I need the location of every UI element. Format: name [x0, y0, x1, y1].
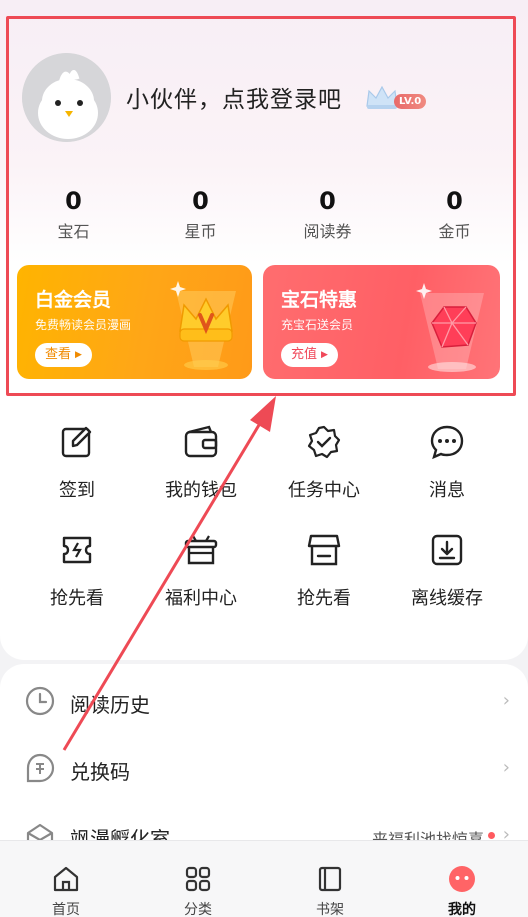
- grid-icon: [185, 866, 211, 892]
- grid-item-label: 抢先看: [297, 588, 351, 609]
- card-subtitle: 充宝石送会员: [281, 318, 354, 332]
- recharge-button[interactable]: 充值 ▶: [281, 343, 338, 367]
- tab-label: 首页: [52, 902, 80, 917]
- redeem-icon: [26, 753, 55, 783]
- grid-item-early-access-store[interactable]: 抢先看: [259, 532, 389, 610]
- grid-item-checkin[interactable]: 签到: [12, 424, 142, 502]
- tab-categories[interactable]: 分类: [132, 841, 264, 917]
- bookshelf-icon: [318, 866, 342, 892]
- chick-avatar-icon: [22, 53, 111, 142]
- stat-value: 0: [446, 187, 463, 215]
- gem-offer-card[interactable]: 宝石特惠 充宝石送会员 充值 ▶: [263, 265, 500, 379]
- gift-pot-icon: [184, 535, 218, 565]
- profile-face-icon: [449, 866, 475, 892]
- stat-label: 星币: [184, 222, 217, 241]
- grid-item-label: 离线缓存: [411, 588, 483, 609]
- card-title: 宝石特惠: [281, 289, 358, 311]
- list-item-reading-history[interactable]: 阅读历史 ›: [0, 676, 528, 726]
- stat-star-coins[interactable]: 0 星币: [137, 186, 264, 246]
- vip-membership-card[interactable]: 白金会员 免费畅读会员漫画 查看 ▶: [17, 265, 252, 379]
- download-icon: [431, 534, 463, 566]
- grid-item-label: 我的钱包: [165, 480, 237, 501]
- card-subtitle: 免费畅读会员漫画: [35, 318, 132, 332]
- tab-label: 分类: [184, 902, 212, 917]
- card-title: 白金会员: [35, 289, 112, 311]
- play-arrow-icon: ▶: [321, 350, 328, 360]
- checkin-icon: [61, 426, 92, 458]
- bottom-tab-bar: 首页 分类 书架 我的: [0, 840, 528, 917]
- grid-item-welfare-center[interactable]: 福利中心: [136, 532, 266, 610]
- level-indicator[interactable]: LV.0: [364, 82, 432, 112]
- button-label: 查看: [45, 347, 72, 362]
- play-arrow-icon: ▶: [75, 350, 82, 360]
- list-item-label: 阅读历史: [70, 693, 150, 717]
- login-prompt[interactable]: 小伙伴，点我登录吧: [126, 80, 342, 114]
- stat-value: 0: [192, 187, 209, 215]
- wallet-icon: [184, 425, 218, 458]
- button-label: 充值: [291, 347, 318, 362]
- level-badge: LV.0: [394, 94, 427, 109]
- tab-label: 书架: [316, 902, 344, 917]
- stat-label: 金币: [438, 222, 471, 241]
- grid-item-messages[interactable]: 消息: [382, 424, 512, 502]
- tab-mine[interactable]: 我的: [396, 841, 528, 917]
- grid-item-offline-cache[interactable]: 离线缓存: [382, 532, 512, 610]
- grid-item-task-center[interactable]: 任务中心: [259, 424, 389, 502]
- grid-item-label: 消息: [429, 480, 465, 501]
- tab-bookshelf[interactable]: 书架: [264, 841, 396, 917]
- grid-item-label: 抢先看: [50, 588, 104, 609]
- stat-reading-vouchers[interactable]: 0 阅读券: [264, 186, 391, 246]
- stat-gold-coins[interactable]: 0 金币: [391, 186, 518, 246]
- grid-item-early-access[interactable]: 抢先看: [12, 532, 142, 610]
- ruby-gem-icon: [416, 283, 484, 372]
- message-icon: [430, 425, 464, 460]
- tab-home[interactable]: 首页: [0, 841, 132, 917]
- stats-row: 0 宝石 0 星币 0 阅读券 0 金币: [10, 186, 518, 246]
- list-item-redeem-code[interactable]: 兑换码 ›: [0, 743, 528, 793]
- store-icon: [307, 534, 341, 566]
- stat-gems[interactable]: 0 宝石: [10, 186, 137, 246]
- grid-item-label: 福利中心: [165, 588, 237, 609]
- ticket-icon: [62, 536, 92, 564]
- stat-value: 0: [65, 187, 82, 215]
- stat-label: 阅读券: [303, 222, 352, 241]
- grid-item-wallet[interactable]: 我的钱包: [136, 424, 266, 502]
- grid-item-label: 签到: [59, 480, 95, 501]
- chevron-right-icon: ›: [502, 757, 510, 778]
- golden-crown-icon: [170, 281, 236, 370]
- list-item-label: 兑换码: [70, 760, 130, 784]
- stat-label: 宝石: [57, 222, 90, 241]
- home-icon: [53, 866, 79, 892]
- avatar[interactable]: [22, 53, 111, 142]
- tab-label: 我的: [448, 902, 476, 917]
- clock-icon: [25, 686, 55, 716]
- notification-dot: [488, 832, 495, 839]
- grid-item-label: 任务中心: [288, 480, 360, 501]
- chevron-right-icon: ›: [502, 690, 510, 711]
- task-badge-icon: [307, 425, 341, 459]
- view-button[interactable]: 查看 ▶: [35, 343, 92, 367]
- stat-value: 0: [319, 187, 336, 215]
